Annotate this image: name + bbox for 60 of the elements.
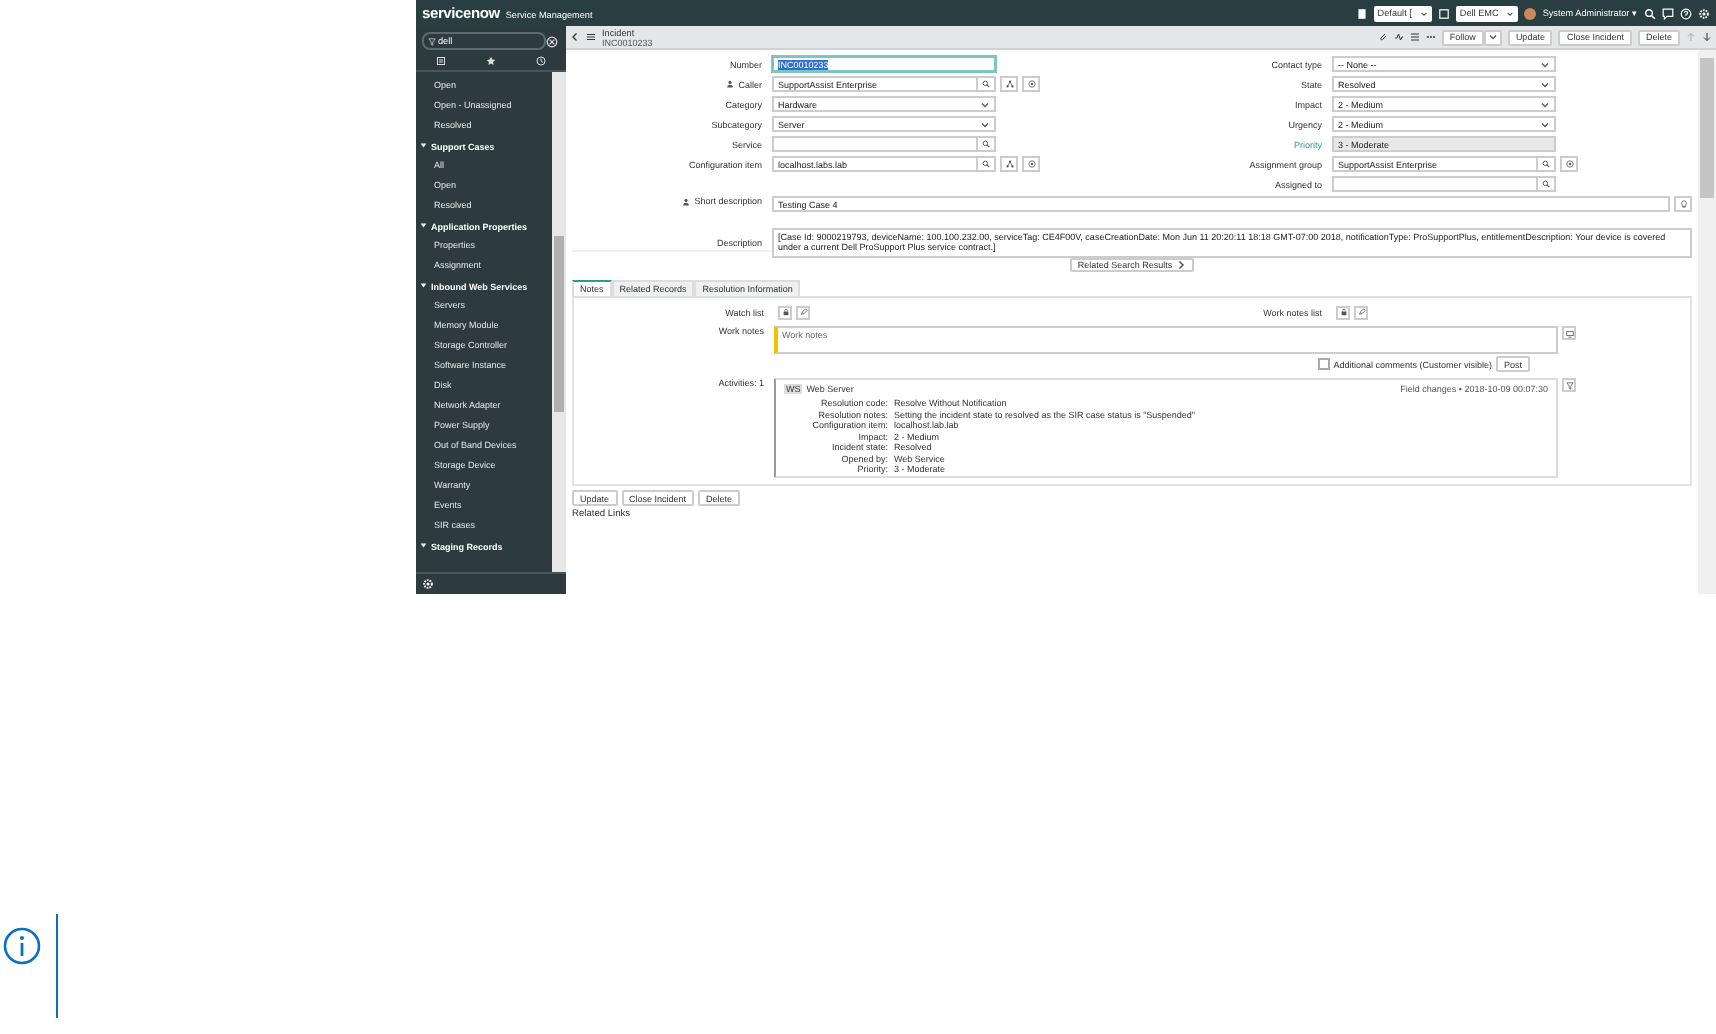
info-icon [1027, 80, 1035, 88]
tree-button[interactable] [1000, 156, 1018, 172]
chevron-icon [1176, 260, 1187, 270]
search-icon [982, 160, 990, 168]
star-icon[interactable] [486, 56, 496, 66]
filter-icon [1565, 381, 1573, 389]
search-icon [982, 140, 990, 148]
help-icon[interactable] [1680, 7, 1692, 19]
person-icon [682, 197, 691, 205]
clock-icon[interactable] [536, 56, 546, 66]
suggestion-button[interactable] [1674, 196, 1692, 212]
tree-icon [1005, 80, 1013, 88]
lightbulb-icon [1679, 200, 1687, 208]
avatar-icon [1524, 7, 1537, 19]
down-arrow-icon[interactable] [1702, 32, 1712, 42]
search-button[interactable] [978, 156, 996, 172]
scrollbar[interactable] [552, 72, 566, 572]
chat-icon[interactable] [1662, 7, 1674, 19]
search-icon[interactable] [1644, 7, 1656, 19]
edit-icon [1357, 308, 1365, 316]
info-icon [2, 926, 42, 966]
info-icon [1565, 160, 1573, 168]
tree-button[interactable] [1000, 76, 1018, 92]
settings-icon[interactable] [1698, 7, 1710, 19]
input-field[interactable] [772, 136, 978, 152]
search-button[interactable] [1538, 176, 1556, 192]
clear-icon[interactable] [546, 35, 558, 47]
search-icon [982, 80, 990, 88]
search-button[interactable] [978, 76, 996, 92]
filter-icon [428, 37, 436, 45]
search-icon [1542, 180, 1550, 188]
filter-button[interactable] [1562, 378, 1576, 392]
info-button[interactable] [1022, 76, 1040, 92]
activity-icon[interactable] [1393, 32, 1404, 42]
info-icon [1027, 160, 1035, 168]
input-field[interactable] [1332, 176, 1538, 192]
search-button[interactable] [1538, 156, 1556, 172]
caret-icon [1419, 9, 1428, 17]
checkbox[interactable] [1317, 358, 1330, 370]
edit-icon [799, 308, 807, 316]
compose-button[interactable] [1562, 326, 1576, 340]
info-button[interactable] [1022, 156, 1040, 172]
paperclip-icon[interactable] [1377, 32, 1388, 42]
settings-icon[interactable] [422, 578, 434, 590]
scrollbar[interactable] [1698, 50, 1716, 594]
info-button[interactable] [1560, 156, 1578, 172]
compose-icon [1565, 329, 1573, 337]
search-icon [1542, 160, 1550, 168]
document-icon[interactable] [1355, 7, 1368, 19]
sliders-icon[interactable] [1409, 32, 1420, 42]
back-icon[interactable] [570, 32, 580, 42]
caret-icon [1487, 32, 1498, 42]
caret-icon [1506, 9, 1515, 17]
follow-menu-button[interactable] [1483, 29, 1502, 45]
search-button[interactable] [978, 136, 996, 152]
list-icon[interactable] [436, 56, 446, 66]
add-me-button[interactable] [1336, 305, 1350, 319]
menu-icon[interactable] [586, 32, 596, 42]
add-me-button[interactable] [778, 305, 792, 319]
tree-icon [1005, 160, 1013, 168]
